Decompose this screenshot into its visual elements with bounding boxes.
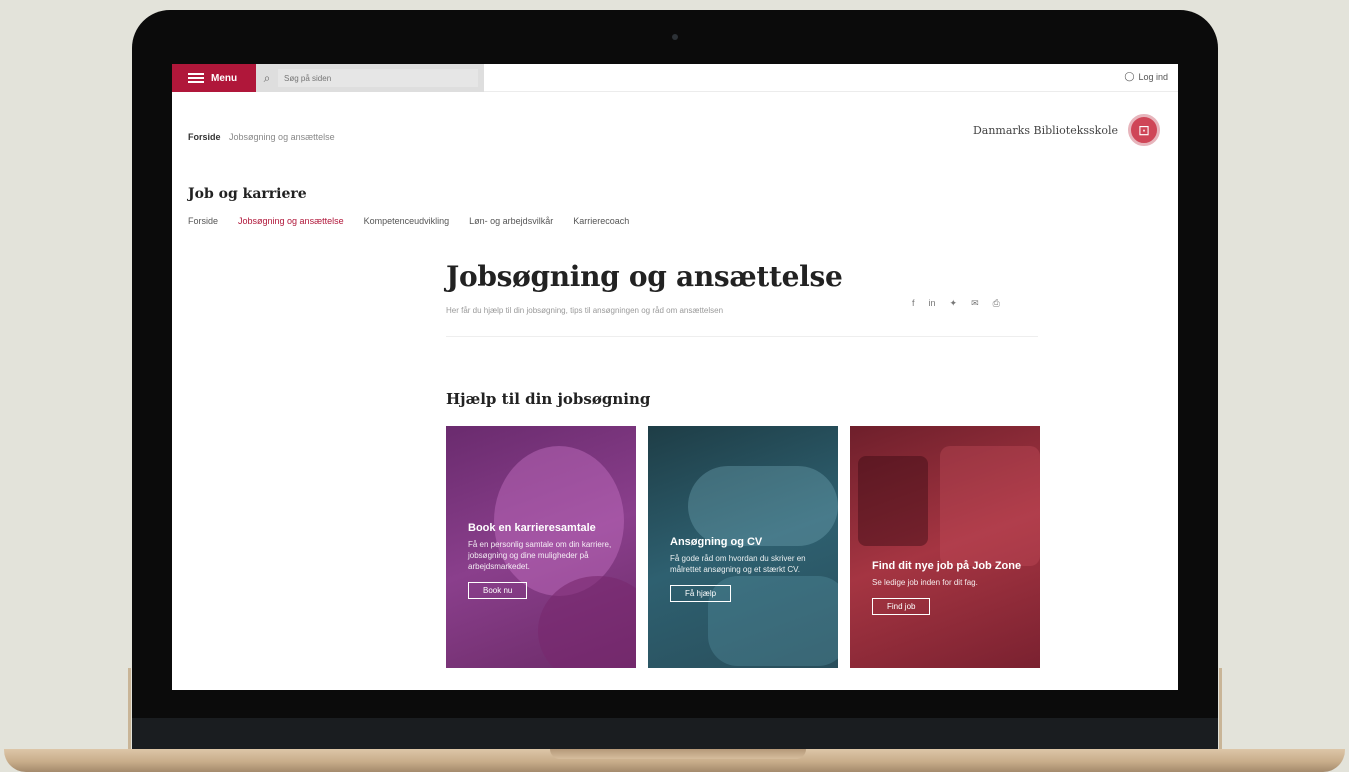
mail-icon[interactable]: ✉	[971, 298, 979, 309]
card-photo-shape	[858, 456, 928, 546]
share-toolbar: f in ✦ ✉ ⎙	[912, 298, 1000, 309]
subnav-item-jobsogning[interactable]: Jobsøgning og ansættelse	[238, 216, 344, 226]
login-link[interactable]: ◯ Log ind	[1124, 71, 1168, 82]
card-text: Se ledige job inden for dit fag.	[872, 578, 978, 587]
help-section-title: Hjælp til din jobsøgning	[446, 390, 651, 408]
menu-button[interactable]: Menu	[172, 64, 256, 92]
card-text: Få en personlig samtale om din karriere,…	[468, 540, 612, 571]
card-title: Book en karrieresamtale	[468, 522, 596, 534]
page-title: Jobsøgning og ansættelse	[446, 260, 843, 293]
search-bar: ⌕	[256, 64, 484, 92]
menu-label: Menu	[211, 72, 238, 84]
user-icon: ◯	[1124, 71, 1135, 81]
divider	[446, 336, 1038, 337]
subnav-item-kompetence[interactable]: Kompetenceudvikling	[364, 216, 450, 226]
card-body: Find dit nye job på Job Zone Se ledige j…	[872, 560, 1026, 615]
sub-navigation: Forside Jobsøgning og ansættelse Kompete…	[188, 216, 629, 226]
top-bar: Menu ⌕ ◯ Log ind	[172, 64, 1178, 92]
subnav-item-karrierecoach[interactable]: Karrierecoach	[573, 216, 629, 226]
browser-screen: Menu ⌕ ◯ Log ind Forside Jobsøgning og a…	[172, 64, 1178, 690]
search-icon[interactable]: ⌕	[256, 71, 278, 86]
card-body: Ansøgning og CV Få gode råd om hvordan d…	[670, 536, 824, 602]
laptop-base	[4, 749, 1345, 772]
brand[interactable]: Danmarks Biblioteksskole ⊡	[973, 114, 1160, 146]
login-label: Log ind	[1138, 71, 1168, 82]
page-lead: Her får du hjælp til din jobsøgning, tip…	[446, 306, 724, 315]
circle-emblem-icon: ⊡	[1128, 114, 1160, 146]
card-photo-shape	[688, 466, 838, 546]
card-photo-shape	[940, 446, 1040, 566]
subnav-item-lon[interactable]: Løn- og arbejdsvilkår	[469, 216, 553, 226]
laptop-hinge-left	[128, 668, 131, 750]
laptop-notch	[550, 749, 806, 759]
card-title: Find dit nye job på Job Zone	[872, 560, 1022, 572]
card-find-job[interactable]: Find dit nye job på Job Zone Se ledige j…	[850, 426, 1040, 668]
laptop-bezel-bottom	[132, 718, 1218, 750]
hamburger-icon	[188, 73, 204, 83]
linkedin-icon[interactable]: in	[929, 298, 936, 309]
card-body: Book en karrieresamtale Få en personlig …	[468, 522, 622, 599]
subnav-item-forside[interactable]: Forside	[188, 216, 218, 226]
card-button[interactable]: Få hjælp	[670, 585, 732, 602]
facebook-icon[interactable]: f	[912, 298, 915, 309]
breadcrumb: Forside Jobsøgning og ansættelse	[188, 132, 335, 142]
breadcrumb-home[interactable]: Forside	[188, 132, 221, 142]
brand-name: Danmarks Biblioteksskole	[972, 123, 1118, 137]
card-karrieresamtale[interactable]: Book en karrieresamtale Få en personlig …	[446, 426, 636, 668]
card-button[interactable]: Find job	[872, 598, 931, 615]
card-text: Få gode råd om hvordan du skriver en mål…	[670, 554, 806, 574]
card-ansogning-cv[interactable]: Ansøgning og CV Få gode råd om hvordan d…	[648, 426, 838, 668]
camera-icon	[672, 34, 678, 40]
twitter-icon[interactable]: ✦	[950, 298, 958, 309]
laptop-hinge-right	[1219, 668, 1222, 750]
search-input[interactable]	[278, 69, 478, 87]
card-button[interactable]: Book nu	[468, 582, 528, 599]
print-icon[interactable]: ⎙	[993, 298, 1000, 309]
card-title: Ansøgning og CV	[670, 536, 763, 548]
section-title: Job og karriere	[188, 186, 307, 202]
breadcrumb-current: Jobsøgning og ansættelse	[229, 132, 335, 142]
